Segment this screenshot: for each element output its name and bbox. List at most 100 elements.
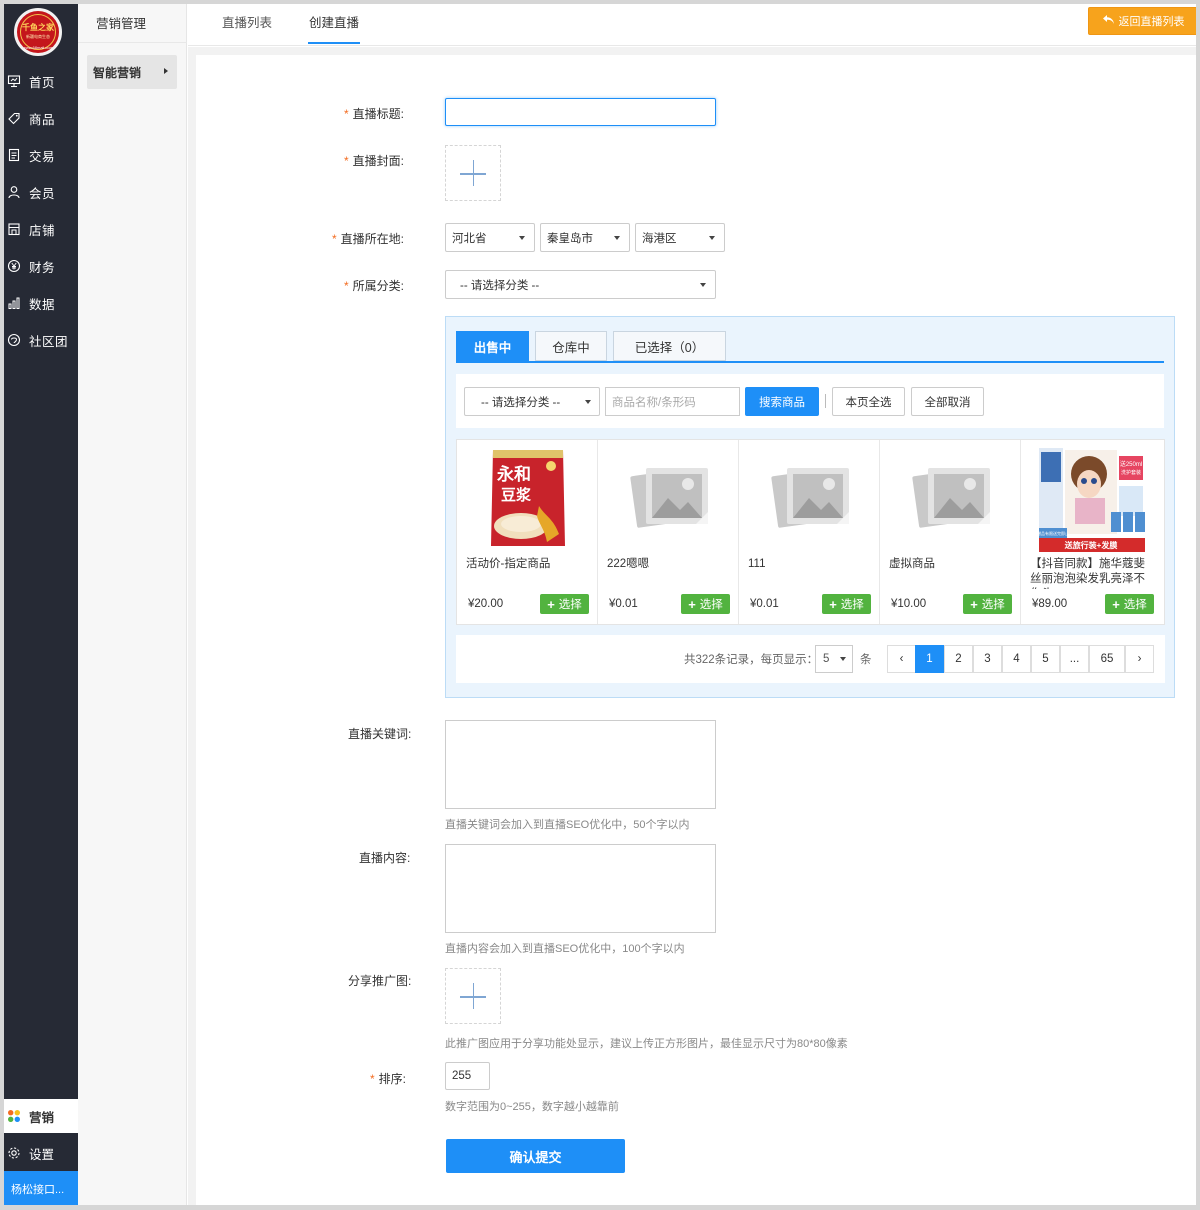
goods-name: 活动价-指定商品 — [466, 558, 551, 570]
sidebar-item-shop[interactable]: 店铺 — [4, 214, 78, 244]
select-goods-button[interactable]: + 选择 — [681, 594, 730, 614]
page-button[interactable]: 4 — [1002, 645, 1031, 673]
province-select[interactable]: 河北省 — [445, 223, 535, 252]
tab-underline — [456, 361, 1164, 363]
select-label: 选择 — [840, 599, 864, 611]
product-image: 送250ml 洗护套装 送旅行装+发膜 赠品有限送完即止 — [1035, 446, 1147, 552]
city-value: 秦皇岛市 — [547, 232, 593, 245]
subnav-item-smart-marketing[interactable]: 智能营销 — [87, 55, 177, 89]
live-title-input[interactable] — [445, 98, 716, 126]
sort-input[interactable]: 255 — [445, 1062, 490, 1090]
title-label: * 直播标题: — [344, 105, 404, 122]
sidebar-item-label: 首页 — [29, 75, 56, 90]
caret-down-icon — [614, 236, 620, 240]
search-goods-button[interactable]: 搜索商品 — [745, 387, 819, 416]
keywords-textarea[interactable] — [445, 720, 716, 809]
select-goods-button[interactable]: + 选择 — [963, 594, 1012, 614]
district-select[interactable]: 海港区 — [635, 223, 725, 252]
sidebar-item-home[interactable]: 首页 — [4, 66, 78, 96]
select-goods-button[interactable]: + 选择 — [540, 594, 589, 614]
sidebar-item-member[interactable]: 会员 — [4, 177, 78, 207]
community-icon — [7, 333, 21, 347]
goods-card[interactable]: 111 ¥0.01 + 选择 — [739, 440, 880, 624]
image-placeholder-icon — [626, 446, 712, 552]
sidebar-item-data[interactable]: 数据 — [4, 288, 78, 318]
page-button[interactable]: 1 — [915, 645, 944, 673]
cancel-all-button[interactable]: 全部取消 — [911, 387, 984, 416]
page-button[interactable]: 3 — [973, 645, 1002, 673]
main-sidebar: 千鱼之家 新疆电商生态 www.68mall.com 首页 商品 交易 会员 店… — [4, 4, 78, 1205]
svg-text:永和: 永和 — [496, 464, 531, 485]
plus-icon-vertical — [472, 983, 474, 1009]
tab-in-warehouse[interactable]: 仓库中 — [535, 331, 607, 361]
content-textarea[interactable] — [445, 844, 716, 933]
select-goods-button[interactable]: + 选择 — [1105, 594, 1154, 614]
page-ellipsis: ... — [1060, 645, 1089, 673]
page-button[interactable]: 5 — [1031, 645, 1060, 673]
content-hint: 直播内容会加入到直播SEO优化中，100个字以内 — [445, 943, 685, 955]
sort-hint: 数字范围为0~255，数字越小越靠前 — [445, 1101, 619, 1113]
sidebar-item-trade[interactable]: 交易 — [4, 140, 78, 170]
page-size-select[interactable]: 5 — [815, 645, 853, 673]
required-marker: * — [344, 279, 349, 293]
select-label: 选择 — [558, 599, 582, 611]
caret-down-icon — [840, 657, 846, 661]
plus-icon: + — [829, 596, 837, 612]
yen-icon — [7, 259, 21, 273]
active-tab-indicator — [308, 42, 360, 44]
category-label: * 所属分类: — [344, 277, 404, 294]
goods-price: ¥89.00 — [1032, 598, 1068, 610]
tab-create-live[interactable]: 创建直播 — [309, 12, 359, 31]
user-icon — [7, 185, 21, 199]
app-window: 千鱼之家 新疆电商生态 www.68mall.com 首页 商品 交易 会员 店… — [0, 0, 1200, 1210]
page-prev-button[interactable]: ‹ — [887, 645, 916, 673]
sub-sidebar: 营销管理 智能营销 — [78, 4, 187, 1205]
share-image-hint: 此推广图应用于分享功能处显示，建议上传正方形图片，最佳显示尺寸为80*80像素 — [445, 1038, 848, 1050]
city-select[interactable]: 秦皇岛市 — [540, 223, 630, 252]
select-goods-button[interactable]: + 选择 — [822, 594, 871, 614]
goods-search-input[interactable]: 商品名称/条形码 — [605, 387, 740, 416]
plus-icon: + — [547, 596, 555, 612]
chevron-right-icon — [164, 68, 168, 74]
page-size-value: 5 — [823, 653, 830, 665]
sidebar-item-marketing[interactable]: 营销 — [4, 1099, 78, 1133]
sidebar-item-goods[interactable]: 商品 — [4, 103, 78, 133]
category-select[interactable]: -- 请选择分类 -- — [445, 270, 716, 299]
sidebar-item-label: 交易 — [29, 149, 56, 164]
goods-card[interactable]: 222嗯嗯 ¥0.01 + 选择 — [598, 440, 739, 624]
apps-icon — [7, 1109, 21, 1123]
goods-card[interactable]: 送250ml 洗护套装 送旅行装+发膜 赠品有限送完即止 【抖音同款】施华蔻斐丝… — [1021, 440, 1162, 624]
tab-on-sale[interactable]: 出售中 — [456, 331, 529, 361]
plus-icon: + — [1112, 596, 1120, 612]
sidebar-item-finance[interactable]: 财务 — [4, 251, 78, 281]
sidebar-item-label: 设置 — [29, 1147, 55, 1162]
sidebar-item-community[interactable]: 社区团 — [4, 325, 78, 355]
tab-selected[interactable]: 已选择（0） — [613, 331, 726, 361]
logo-subtext: 新疆电商生态 — [26, 34, 50, 39]
brand-logo[interactable]: 千鱼之家 新疆电商生态 www.68mall.com — [14, 8, 62, 56]
page-button[interactable]: 2 — [944, 645, 973, 673]
sort-label-text: 排序: — [378, 1072, 407, 1086]
goods-category-select[interactable]: -- 请选择分类 -- — [464, 387, 600, 416]
sidebar-item-label: 店铺 — [29, 223, 56, 238]
current-user[interactable]: 杨松接口... — [4, 1171, 78, 1205]
keywords-hint: 直播关键词会加入到直播SEO优化中，50个字以内 — [445, 819, 690, 831]
title-label-text: 直播标题: — [352, 107, 405, 121]
submit-button[interactable]: 确认提交 — [446, 1139, 625, 1173]
cover-upload[interactable] — [445, 145, 501, 201]
page-button[interactable]: 65 — [1089, 645, 1125, 673]
select-page-button[interactable]: 本页全选 — [832, 387, 905, 416]
back-to-list-button[interactable]: 返回直播列表 — [1088, 7, 1196, 35]
svg-text:豆浆: 豆浆 — [501, 486, 532, 504]
caret-down-icon — [700, 283, 706, 287]
page-next-button[interactable]: › — [1125, 645, 1154, 673]
sidebar-item-settings[interactable]: 设置 — [4, 1135, 78, 1171]
divider — [825, 394, 826, 408]
goods-card[interactable]: 永和 豆浆 活动价-指定商品 ¥20.00 + 选择 — [457, 440, 598, 624]
share-image-upload[interactable] — [445, 968, 501, 1024]
goods-card[interactable]: 虚拟商品 ¥10.00 + 选择 — [880, 440, 1021, 624]
sidebar-item-label: 财务 — [29, 260, 56, 275]
location-label-text: 直播所在地: — [340, 232, 405, 246]
product-badge-line-2: 洗护套装 — [1121, 469, 1141, 476]
tab-live-list[interactable]: 直播列表 — [222, 12, 272, 31]
